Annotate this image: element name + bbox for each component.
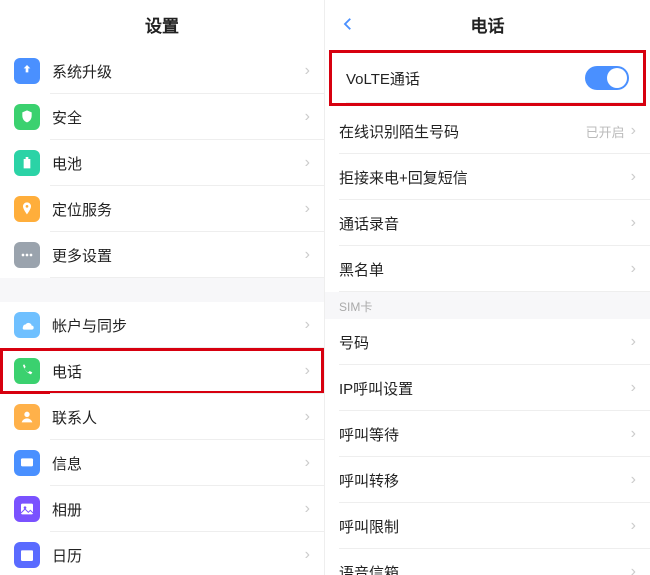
row-value: 已开启 <box>586 122 625 141</box>
chevron-right-icon: › <box>305 546 310 564</box>
volte-highlight: VoLTE通话 <box>329 50 646 106</box>
volte-label: VoLTE通话 <box>346 68 585 89</box>
row-label: 拒接来电+回复短信 <box>339 167 631 188</box>
shield-icon <box>14 104 40 130</box>
row-label: 日历 <box>52 545 305 566</box>
section-gap <box>0 278 324 302</box>
phone-row[interactable]: 语音信箱› <box>325 549 650 575</box>
chevron-right-icon: › <box>305 246 310 264</box>
settings-row-calendar[interactable]: 日历› <box>0 532 324 575</box>
volte-switch[interactable] <box>585 66 629 90</box>
settings-pane: 设置 系统升级›安全›电池›定位服务›更多设置› 帐户与同步›电话›联系人›信息… <box>0 0 325 575</box>
row-label: 黑名单 <box>339 259 631 280</box>
chevron-right-icon: › <box>631 379 636 397</box>
row-label: IP呼叫设置 <box>339 378 631 399</box>
settings-row-location[interactable]: 定位服务› <box>0 186 324 232</box>
phone-row[interactable]: 呼叫等待› <box>325 411 650 457</box>
chevron-right-icon: › <box>305 454 310 472</box>
chevron-right-icon: › <box>305 408 310 426</box>
back-button[interactable] <box>339 0 357 48</box>
chevron-right-icon: › <box>631 517 636 535</box>
phone-icon <box>14 358 40 384</box>
chevron-right-icon: › <box>305 500 310 518</box>
sim-section-title: SIM卡 <box>325 292 650 319</box>
settings-title: 设置 <box>145 12 179 37</box>
chevron-right-icon: › <box>631 333 636 351</box>
phone-row[interactable]: 拒接来电+回复短信› <box>325 154 650 200</box>
chevron-right-icon: › <box>631 563 636 575</box>
settings-row-shield[interactable]: 安全› <box>0 94 324 140</box>
volte-row[interactable]: VoLTE通话 <box>332 53 643 103</box>
chevron-right-icon: › <box>305 62 310 80</box>
settings-row-more[interactable]: 更多设置› <box>0 232 324 278</box>
row-label: 相册 <box>52 499 305 520</box>
phone-row[interactable]: 在线识别陌生号码已开启 › <box>325 108 650 154</box>
phone-list-1: 在线识别陌生号码已开启›拒接来电+回复短信›通话录音›黑名单› <box>325 108 650 292</box>
settings-list-1: 系统升级›安全›电池›定位服务›更多设置› <box>0 48 324 278</box>
phone-row[interactable]: IP呼叫设置› <box>325 365 650 411</box>
settings-row-gallery[interactable]: 相册› <box>0 486 324 532</box>
cloud-icon <box>14 312 40 338</box>
phone-list-2: 号码›IP呼叫设置›呼叫等待›呼叫转移›呼叫限制›语音信箱› <box>325 319 650 575</box>
chevron-right-icon: › <box>631 214 636 232</box>
row-label: 帐户与同步 <box>52 315 305 336</box>
row-label: 联系人 <box>52 407 305 428</box>
settings-row-message[interactable]: 信息› <box>0 440 324 486</box>
phone-pane: 电话 VoLTE通话 在线识别陌生号码已开启›拒接来电+回复短信›通话录音›黑名… <box>325 0 650 575</box>
settings-header: 设置 <box>0 0 324 48</box>
chevron-right-icon: › <box>305 154 310 172</box>
row-label: 通话录音 <box>339 213 631 234</box>
gallery-icon <box>14 496 40 522</box>
chevron-right-icon: › <box>631 471 636 489</box>
row-label: 在线识别陌生号码 <box>339 121 586 142</box>
row-label: 系统升级 <box>52 61 305 82</box>
settings-row-cloud[interactable]: 帐户与同步› <box>0 302 324 348</box>
chevron-right-icon: › <box>305 200 310 218</box>
chevron-right-icon: › <box>631 122 636 140</box>
settings-row-upgrade[interactable]: 系统升级› <box>0 48 324 94</box>
row-label: 安全 <box>52 107 305 128</box>
calendar-icon <box>14 542 40 568</box>
contact-icon <box>14 404 40 430</box>
settings-row-battery[interactable]: 电池› <box>0 140 324 186</box>
phone-row[interactable]: 呼叫限制› <box>325 503 650 549</box>
row-label: 更多设置 <box>52 245 305 266</box>
phone-row[interactable]: 通话录音› <box>325 200 650 246</box>
phone-row[interactable]: 呼叫转移› <box>325 457 650 503</box>
settings-row-phone[interactable]: 电话› <box>0 348 324 394</box>
row-label: 呼叫限制 <box>339 516 631 537</box>
row-label: 电话 <box>52 361 305 382</box>
message-icon <box>14 450 40 476</box>
settings-list-2: 帐户与同步›电话›联系人›信息›相册›日历›vivoice› <box>0 302 324 575</box>
chevron-right-icon: › <box>305 362 310 380</box>
upgrade-icon <box>14 58 40 84</box>
chevron-left-icon <box>339 15 357 33</box>
phone-row[interactable]: 号码› <box>325 319 650 365</box>
location-icon <box>14 196 40 222</box>
row-label: 呼叫等待 <box>339 424 631 445</box>
chevron-right-icon: › <box>631 168 636 186</box>
chevron-right-icon: › <box>631 260 636 278</box>
more-icon <box>14 242 40 268</box>
row-label: 语音信箱 <box>339 562 631 575</box>
chevron-right-icon: › <box>631 425 636 443</box>
phone-title: 电话 <box>471 12 505 37</box>
chevron-right-icon: › <box>305 108 310 126</box>
chevron-right-icon: › <box>305 316 310 334</box>
row-label: 电池 <box>52 153 305 174</box>
phone-row[interactable]: 黑名单› <box>325 246 650 292</box>
settings-row-contact[interactable]: 联系人› <box>0 394 324 440</box>
row-label: 定位服务 <box>52 199 305 220</box>
battery-icon <box>14 150 40 176</box>
row-label: 信息 <box>52 453 305 474</box>
row-label: 呼叫转移 <box>339 470 631 491</box>
phone-header: 电话 <box>325 0 650 48</box>
row-label: 号码 <box>339 332 631 353</box>
